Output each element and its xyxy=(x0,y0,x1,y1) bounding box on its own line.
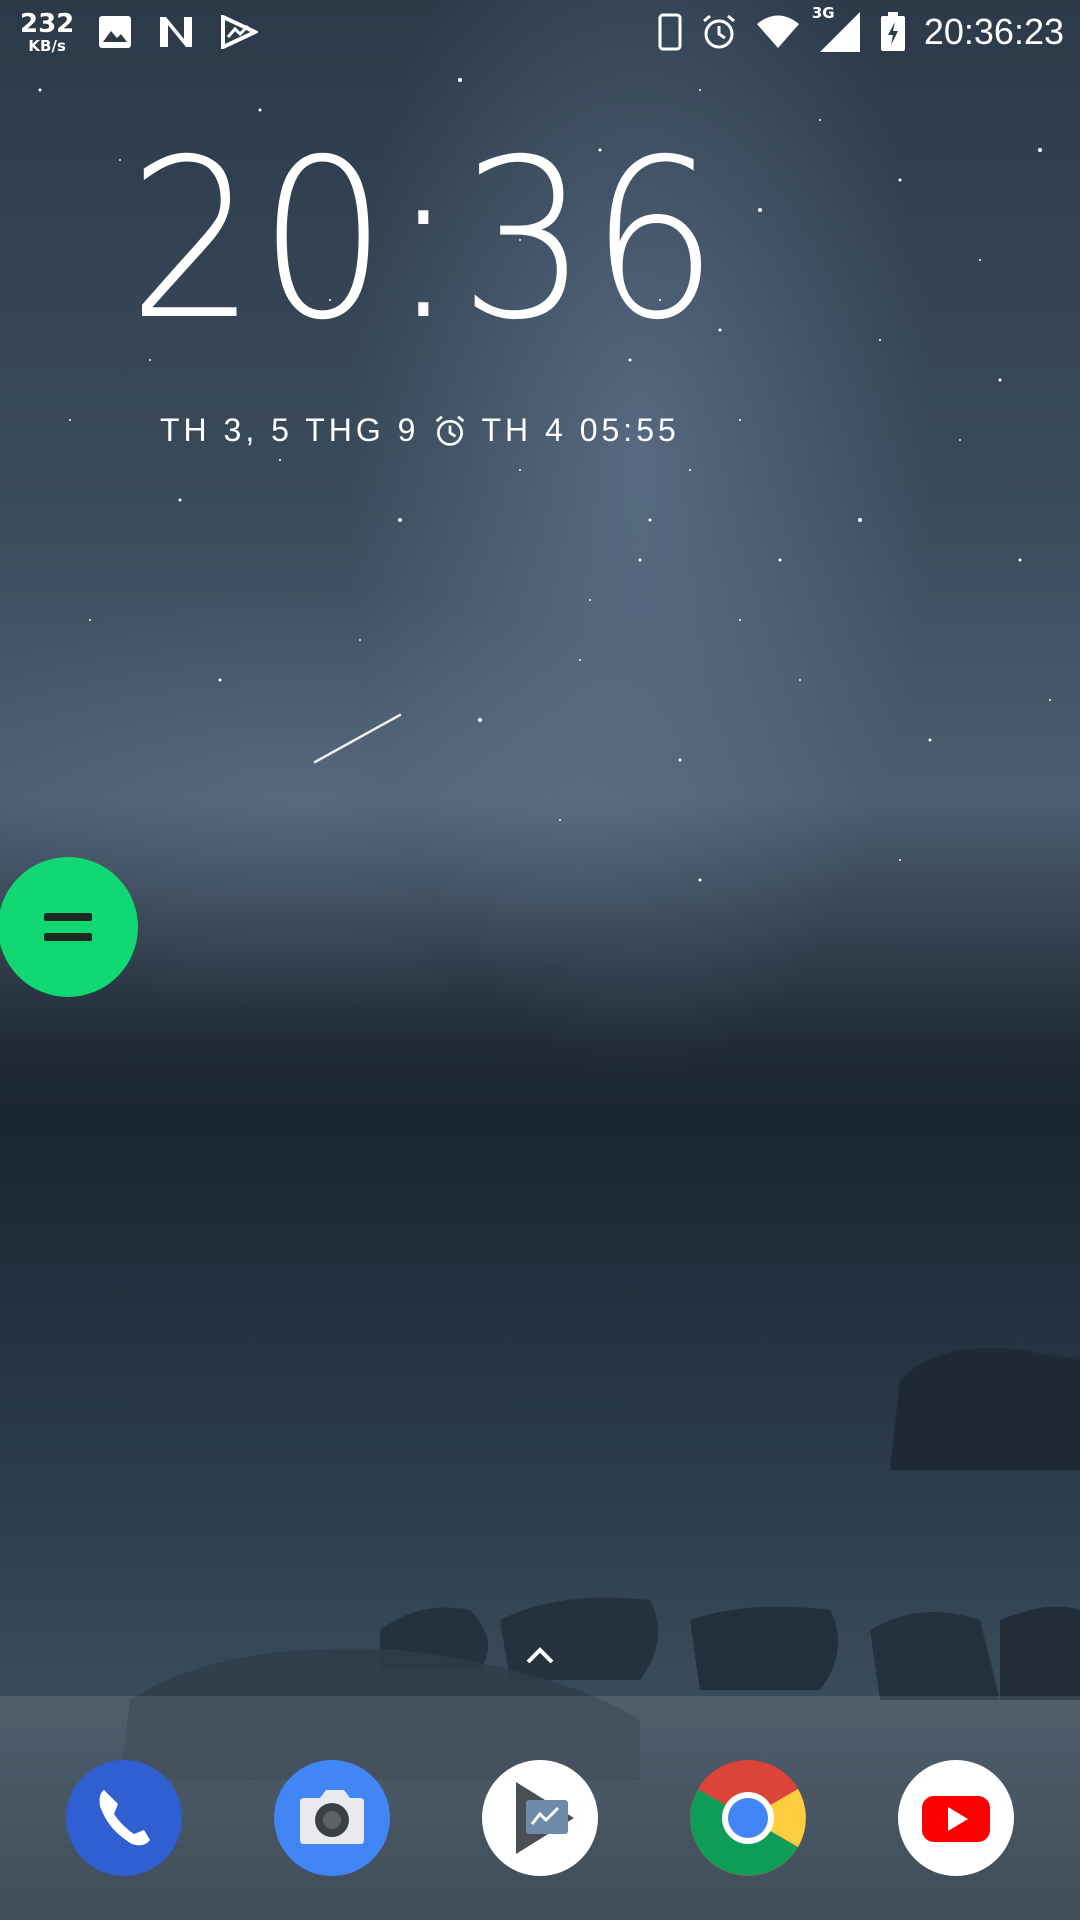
equals-icon xyxy=(44,909,92,945)
date-label: TH 3, 5 THG 9 xyxy=(160,412,420,448)
battery-charging-icon xyxy=(880,12,906,52)
gallery-icon xyxy=(98,15,132,49)
phone-app[interactable] xyxy=(66,1760,182,1876)
home-screen: 232 KB/s 3G 20:36:23 20:36 TH 3, 5 THG 9… xyxy=(0,0,1080,1920)
app-drawer-arrow[interactable] xyxy=(520,1640,560,1670)
screen-rotation-icon xyxy=(658,13,682,51)
youtube-icon xyxy=(898,1760,1014,1876)
chrome-app[interactable] xyxy=(690,1760,806,1876)
files-app[interactable] xyxy=(482,1760,598,1876)
n-notification-icon xyxy=(156,15,196,49)
camera-icon xyxy=(274,1760,390,1876)
alarm-icon xyxy=(700,13,738,51)
clock-widget[interactable]: 20:36 xyxy=(128,130,720,350)
network-speed-value: 232 xyxy=(20,8,75,39)
analytics-icon xyxy=(220,15,259,49)
network-speed: 232 KB/s xyxy=(20,11,74,54)
camera-app[interactable] xyxy=(274,1760,390,1876)
wifi-icon xyxy=(756,15,800,49)
files-icon xyxy=(482,1760,598,1876)
chrome-icon xyxy=(690,1760,806,1876)
next-alarm-label: TH 4 05:55 xyxy=(481,412,680,448)
youtube-app[interactable] xyxy=(898,1760,1014,1876)
floating-bubble[interactable] xyxy=(0,857,138,997)
signal-icon: 3G xyxy=(812,4,862,54)
status-bar: 232 KB/s 3G 20:36:23 xyxy=(0,0,1080,64)
phone-icon xyxy=(66,1760,182,1876)
network-speed-unit: KB/s xyxy=(28,36,66,55)
status-time: 20:36:23 xyxy=(923,11,1064,52)
network-type-label: 3G xyxy=(811,4,835,22)
alarm-icon xyxy=(433,414,467,448)
chevron-up-icon xyxy=(526,1647,554,1664)
date-alarm-row[interactable]: TH 3, 5 THG 9 TH 4 05:55 xyxy=(160,412,680,449)
